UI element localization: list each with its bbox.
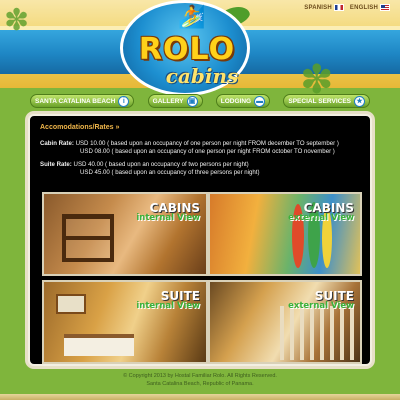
cabin-rate-label: Cabin Rate: [40,140,74,147]
copyright-text: © Copyright 2013 by Hostal Familiar Rolo… [123,373,277,379]
address-text: Santa Catalina Beach, Republic of Panama… [146,381,254,387]
nav-gallery[interactable]: GALLERY ▣ [147,94,203,108]
language-selector: SPANISH ENGLISH [304,4,390,11]
nav-lodging[interactable]: LODGING ▬ [215,94,271,108]
bed-shape [64,334,134,356]
language-spanish[interactable]: SPANISH [304,4,344,11]
photo-suite-external[interactable]: SUITE external View [208,280,362,364]
cabin-rate-line1: USD 10.00 ( based upon an occupancy of o… [75,140,339,147]
suite-rate-line2: USD 45.00 ( based upon an occupancy of t… [80,169,260,176]
photo-caption: CABINS internal View [136,201,200,223]
content-panel: Accomodations/Rates » Cabin Rate: USD 10… [28,114,372,366]
bottom-bar [0,394,400,400]
suite-rate-row-2: USD 45.00 ( based upon an occupancy of t… [40,169,260,176]
main-navigation: SANTA CATALINA BEACH i GALLERY ▣ LODGING… [30,94,370,110]
nav-santa-catalina-beach[interactable]: SANTA CATALINA BEACH i [30,94,135,108]
star-icon: ★ [354,95,365,107]
suite-rate-label: Suite Rate: [40,161,72,168]
photo-cabins-internal[interactable]: CABINS internal View [42,192,208,276]
photo-caption: CABINS external View [288,201,354,223]
cabin-rate-line2: USD 08.00 ( based upon an occupancy of o… [80,148,335,155]
usa-flag-icon[interactable] [380,4,390,11]
photo-suite-internal[interactable]: SUITE internal View [42,280,208,364]
logo-subtitle[interactable]: cabins [156,64,248,88]
palm-leaf-icon: ✽ [4,4,30,37]
site-footer: © Copyright 2013 by Hostal Familiar Rolo… [0,372,400,388]
surfer-icon: 🏄 [178,4,206,29]
suite-rate-line1: USD 40.00 ( based upon an occupancy of t… [73,161,249,168]
section-title: Accomodations/Rates » [40,124,120,131]
balcony-railing-shape [280,306,360,360]
suite-rate-row: Suite Rate: USD 40.00 ( based upon an oc… [40,161,249,168]
site-header: ✽ SPANISH ENGLISH 🏄 ROLO cabins [0,0,400,96]
language-english[interactable]: ENGLISH [350,4,390,11]
air-conditioner-shape [56,294,86,314]
image-icon: ▣ [186,95,198,107]
bunk-bed-rail [62,236,114,240]
info-icon: i [118,95,130,107]
photo-caption: SUITE internal View [136,289,200,311]
spain-flag-icon[interactable] [333,4,344,11]
cabin-rate-row: Cabin Rate: USD 10.00 ( based upon an oc… [40,140,339,147]
photo-caption: SUITE external View [288,289,354,311]
photo-cabins-external[interactable]: CABINS external View [208,192,362,276]
logo-title[interactable]: ROLO [132,32,242,67]
bed-icon: ▬ [254,95,266,107]
nav-special-services[interactable]: SPECIAL SERVICES ★ [283,94,370,108]
cabin-rate-row-2: USD 08.00 ( based upon an occupancy of o… [40,148,335,155]
